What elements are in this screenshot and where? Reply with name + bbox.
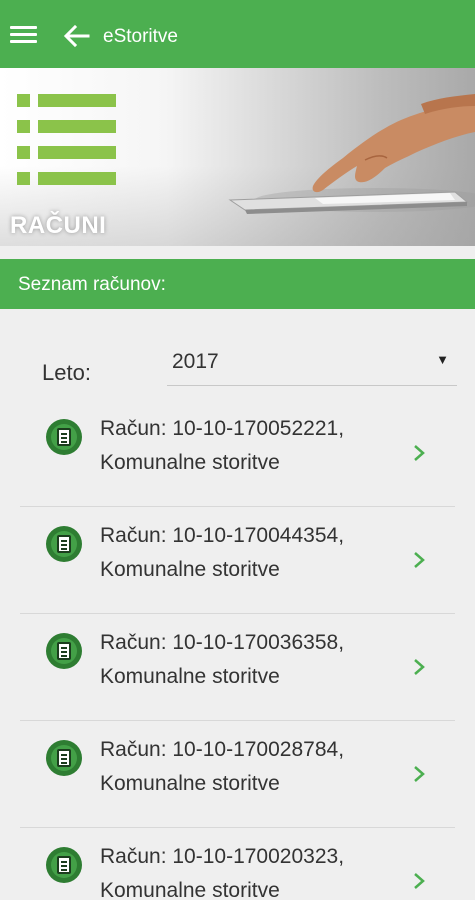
document-icon [46, 847, 82, 883]
section-header: Seznam računov: [0, 259, 475, 309]
chevron-right-icon [414, 766, 425, 782]
chevron-right-icon [414, 873, 425, 889]
chevron-right-icon [414, 659, 425, 675]
invoice-item[interactable]: Račun: 10-10-170020323, Komunalne storit… [20, 828, 455, 900]
year-label: Leto: [42, 360, 91, 385]
invoice-item[interactable]: Račun: 10-10-170044354, Komunalne storit… [20, 507, 455, 614]
invoice-number: Račun: 10-10-170036358, [100, 631, 345, 654]
invoice-number: Račun: 10-10-170020323, [100, 845, 345, 868]
invoice-text: Račun: 10-10-170028784, Komunalne storit… [100, 733, 344, 801]
year-selected-value: 2017 [172, 350, 219, 373]
invoice-category: Komunalne storitve [100, 665, 280, 688]
document-icon [46, 526, 82, 562]
invoice-text: Račun: 10-10-170044354, Komunalne storit… [100, 519, 344, 587]
list-icon [17, 90, 117, 190]
header-banner: RAČUNI [0, 68, 475, 246]
invoice-item[interactable]: Račun: 10-10-170028784, Komunalne storit… [20, 721, 455, 828]
document-icon [46, 740, 82, 776]
tablet-hand-illustration [228, 94, 475, 214]
back-arrow-icon[interactable] [62, 22, 90, 50]
invoice-number: Račun: 10-10-170044354, [100, 524, 345, 547]
invoice-category: Komunalne storitve [100, 772, 280, 795]
invoice-category: Komunalne storitve [100, 558, 280, 581]
document-icon [46, 633, 82, 669]
chevron-right-icon [414, 552, 425, 568]
invoice-category: Komunalne storitve [100, 451, 280, 474]
invoice-item[interactable]: Račun: 10-10-170036358, Komunalne storit… [20, 614, 455, 721]
invoice-category: Komunalne storitve [100, 879, 280, 900]
app-title: eStoritve [103, 26, 178, 47]
hamburger-icon[interactable] [10, 26, 37, 44]
year-dropdown[interactable]: 2017 ▼ [167, 346, 457, 386]
chevron-right-icon [414, 445, 425, 461]
invoice-item[interactable]: Račun: 10-10-170052221, Komunalne storit… [20, 400, 455, 507]
invoice-text: Račun: 10-10-170036358, Komunalne storit… [100, 626, 344, 694]
dropdown-arrow-icon: ▼ [436, 352, 449, 367]
invoice-list: Račun: 10-10-170052221, Komunalne storit… [20, 400, 455, 900]
invoice-number: Račun: 10-10-170052221, [100, 417, 345, 440]
document-icon [46, 419, 82, 455]
app-bar: eStoritve [0, 0, 475, 68]
invoice-text: Račun: 10-10-170052221, Komunalne storit… [100, 412, 344, 480]
invoice-number: Račun: 10-10-170028784, [100, 738, 345, 761]
invoice-text: Račun: 10-10-170020323, Komunalne storit… [100, 840, 344, 900]
banner-title: RAČUNI [10, 212, 107, 239]
